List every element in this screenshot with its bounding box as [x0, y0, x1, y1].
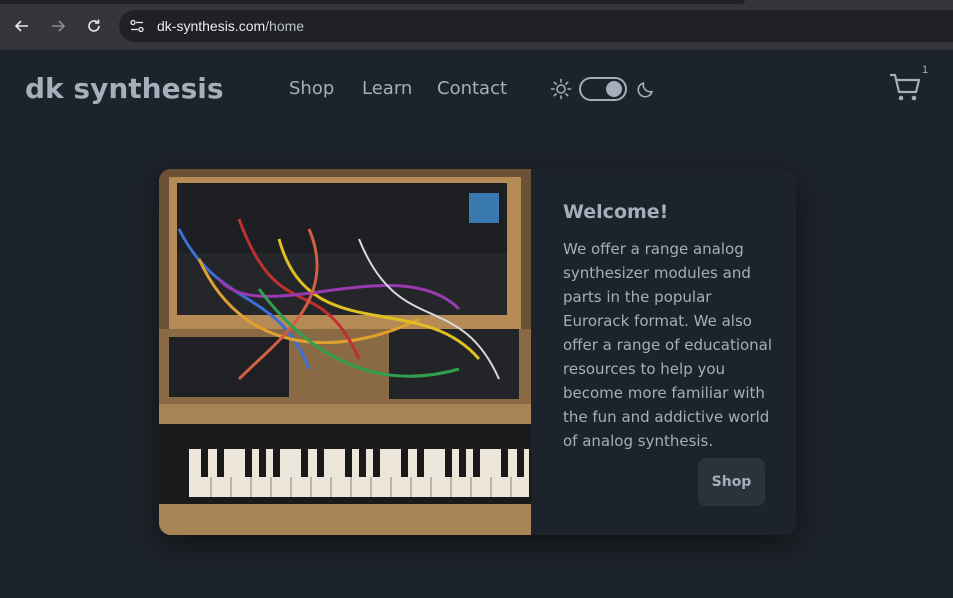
site-logo[interactable]: dk synthesis [25, 72, 224, 105]
nav-learn-link[interactable]: Learn [362, 78, 412, 99]
address-bar[interactable]: dk-synthesis.com/home [119, 10, 953, 42]
arrow-right-icon [52, 20, 66, 32]
sun-icon [550, 78, 572, 100]
theme-switch[interactable] [579, 77, 627, 101]
hero-synth-photo [159, 169, 531, 535]
arrow-left-icon [14, 20, 28, 32]
reload-button[interactable] [81, 13, 107, 39]
moon-icon [637, 82, 653, 98]
cart-button[interactable]: 1 [889, 64, 933, 106]
browser-toolbar: dk-synthesis.com/home [0, 0, 953, 50]
theme-toggle[interactable] [550, 75, 660, 103]
forward-button[interactable] [45, 13, 71, 39]
cart-icon [889, 73, 921, 101]
back-button[interactable] [9, 13, 35, 39]
nav-contact-link[interactable]: Contact [437, 78, 507, 99]
cart-count-badge: 1 [922, 64, 929, 76]
url-path: /home [265, 18, 305, 34]
url-host: dk-synthesis.com [157, 18, 266, 34]
url-text[interactable]: dk-synthesis.com/home [157, 18, 304, 34]
reload-icon [88, 19, 100, 32]
welcome-card: Welcome! We offer a range analog synthes… [159, 169, 796, 535]
shop-button[interactable]: Shop [698, 458, 765, 506]
welcome-title: Welcome! [563, 201, 669, 223]
welcome-text: We offer a range analog synthesizer modu… [563, 240, 773, 450]
theme-switch-knob [606, 81, 622, 97]
nav-shop-link[interactable]: Shop [289, 78, 334, 99]
welcome-card-body: Welcome! We offer a range analog synthes… [563, 201, 773, 453]
tab-strip [0, 0, 745, 4]
site-settings-icon[interactable] [129, 18, 145, 34]
